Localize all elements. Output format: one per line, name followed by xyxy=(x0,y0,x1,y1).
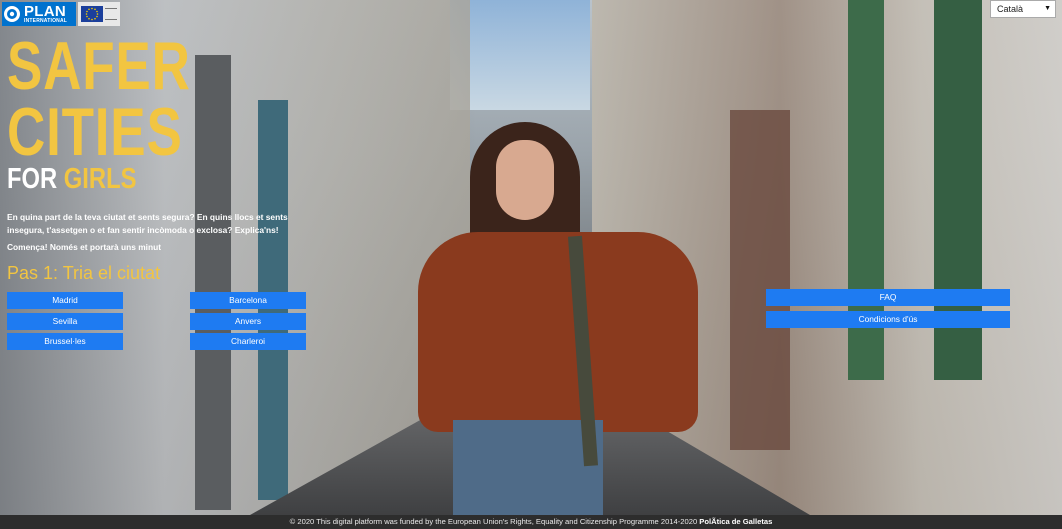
plan-logo-text: PLAN INTERNATIONAL xyxy=(24,2,68,24)
intro-text: En quina part de la teva ciutat et sents… xyxy=(7,212,288,235)
site-title: SAFER CITIES FOR GIRLS xyxy=(7,28,242,194)
footer-credit-link[interactable]: PolÃtica de Galletas xyxy=(699,517,772,526)
language-select-value: Català xyxy=(997,4,1024,14)
eu-logo xyxy=(78,2,120,26)
step-heading: Pas 1: Tria el ciutat xyxy=(7,263,161,283)
footer: © 2020 This digital platform was funded … xyxy=(0,515,1062,529)
city-button-sevilla[interactable]: Sevilla xyxy=(7,313,123,330)
title-for: FOR xyxy=(7,163,58,195)
sky xyxy=(450,0,590,110)
footer-copyright: © 2020 This digital platform was funded … xyxy=(289,517,698,526)
title-line-for-girls: FOR GIRLS xyxy=(7,164,200,194)
woman-sweater xyxy=(418,232,698,432)
city-button-barcelona[interactable]: Barcelona xyxy=(190,292,306,309)
plan-logo-icon xyxy=(2,4,22,24)
plan-international-logo[interactable]: PLAN INTERNATIONAL xyxy=(2,2,76,26)
language-select[interactable]: Català ▼ xyxy=(990,0,1056,18)
terms-button[interactable]: Condicions d'ús xyxy=(766,311,1010,328)
chevron-down-icon: ▼ xyxy=(1044,5,1051,12)
woman-face xyxy=(496,140,554,220)
right-door xyxy=(730,110,790,450)
woman-jeans xyxy=(453,420,603,515)
city-button-brussel-les[interactable]: Brussel·les xyxy=(7,333,123,350)
title-line-cities: CITIES xyxy=(7,94,183,170)
title-line-safer: SAFER xyxy=(7,28,191,104)
start-text: Comença! Només et portarà uns minut xyxy=(7,242,162,252)
eu-logo-caption xyxy=(105,8,117,20)
faq-button[interactable]: FAQ xyxy=(766,289,1010,306)
city-button-madrid[interactable]: Madrid xyxy=(7,292,123,309)
city-button-charleroi[interactable]: Charleroi xyxy=(190,333,306,350)
title-girls: GIRLS xyxy=(63,163,137,195)
city-button-anvers[interactable]: Anvers xyxy=(190,313,306,330)
eu-flag-icon xyxy=(81,6,103,22)
